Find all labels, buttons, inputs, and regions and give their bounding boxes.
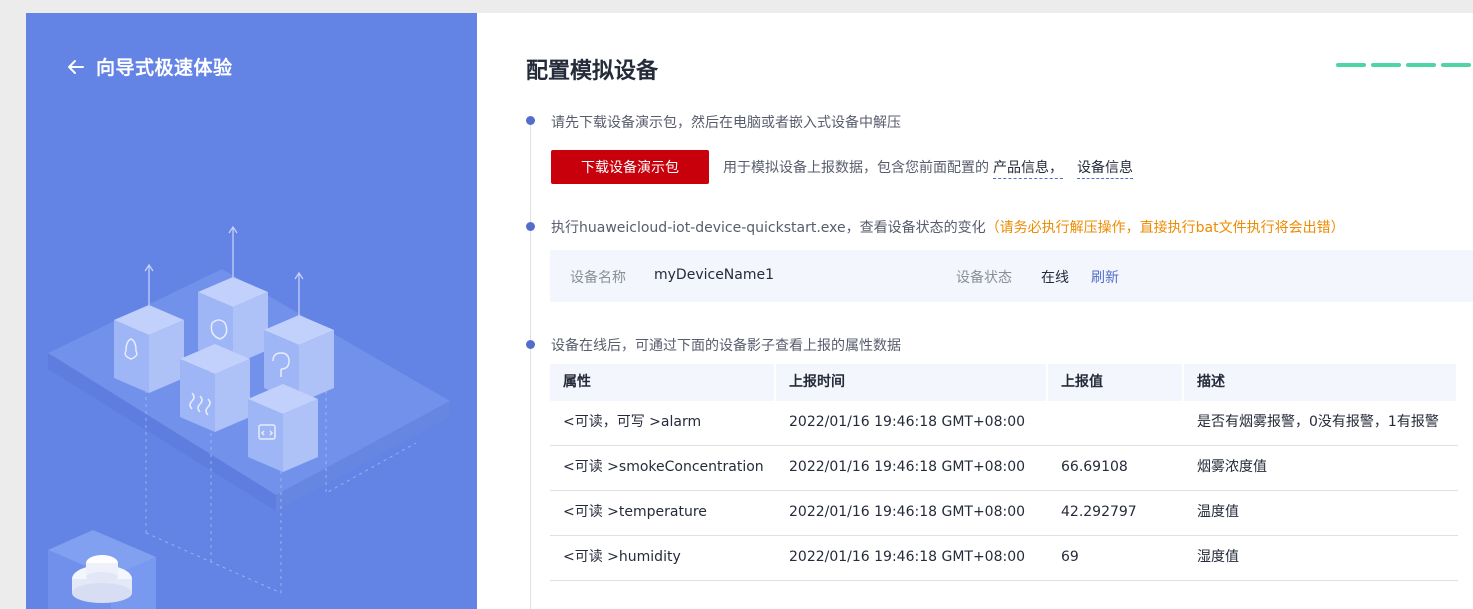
device-status-value: 在线 xyxy=(1041,270,1069,286)
table-row: <可读 >temperature 2022/01/16 19:46:18 GMT… xyxy=(550,491,1458,536)
cell-report-time: 2022/01/16 19:46:18 GMT+08:00 xyxy=(789,459,1026,475)
cell-report-value xyxy=(1048,401,1184,445)
cell-description: 湿度值 xyxy=(1197,549,1239,565)
column-header-report-time: 上报时间 xyxy=(776,364,1048,401)
step-3-text: 设备在线后，可通过下面的设备影子查看上报的属性数据 xyxy=(551,338,901,354)
cell-property: <可读 >humidity xyxy=(563,549,681,565)
back-title: 向导式极速体验 xyxy=(96,57,233,79)
cell-property: <可读，可写 >alarm xyxy=(563,414,702,430)
step-2-dot xyxy=(526,222,535,231)
timeline-line xyxy=(530,119,531,609)
progress-segment xyxy=(1336,63,1366,67)
step-2-text: 执行huaweicloud-iot-device-quickstart.exe，… xyxy=(551,217,1345,237)
cell-property: <可读 >smokeConcentration xyxy=(563,459,764,475)
back-link[interactable]: 向导式极速体验 xyxy=(66,53,233,80)
cell-description: 温度值 xyxy=(1197,504,1239,520)
step-2-warning: （请务必执行解压操作，直接执行bat文件执行将会出错） xyxy=(985,220,1345,236)
iot-illustration xyxy=(48,225,450,609)
cell-report-value: 66.69108 xyxy=(1061,459,1128,475)
cell-description: 烟雾浓度值 xyxy=(1197,459,1267,475)
device-status-label: 设备状态 xyxy=(956,270,1012,286)
product-info-link[interactable]: 产品信息， xyxy=(993,160,1063,179)
device-name-value: myDeviceName1 xyxy=(654,267,775,283)
properties-table: 属性 上报时间 上报值 描述 <可读，可写 >alarm 2022/01/16 … xyxy=(550,364,1458,581)
cell-report-time: 2022/01/16 19:46:18 GMT+08:00 xyxy=(789,414,1026,430)
progress-segment xyxy=(1406,63,1436,67)
cell-property: <可读 >temperature xyxy=(563,504,707,520)
main-panel: 配置模拟设备 请先下载设备演示包，然后在电脑或者嵌入式设备中解压 下载设备演示包… xyxy=(477,13,1473,609)
table-row: <可读 >humidity 2022/01/16 19:46:18 GMT+08… xyxy=(550,536,1458,581)
cell-report-time: 2022/01/16 19:46:18 GMT+08:00 xyxy=(789,549,1026,565)
cell-description: 是否有烟雾报警，0没有报警，1有报警 xyxy=(1197,414,1439,430)
download-description-text: 用于模拟设备上报数据，包含您前面配置的 xyxy=(723,160,989,176)
arrow-left-icon xyxy=(68,59,84,74)
download-demo-package-button[interactable]: 下载设备演示包 xyxy=(551,150,709,184)
table-header: 属性 上报时间 上报值 描述 xyxy=(550,364,1458,401)
table-row: <可读 >smokeConcentration 2022/01/16 19:46… xyxy=(550,446,1458,491)
step-1-text: 请先下载设备演示包，然后在电脑或者嵌入式设备中解压 xyxy=(551,115,901,131)
column-header-report-value: 上报值 xyxy=(1048,364,1184,401)
step-3-dot xyxy=(526,340,535,349)
device-status-box: 设备名称 myDeviceName1 设备状态 在线 刷新 xyxy=(550,250,1473,302)
step-1-dot xyxy=(526,116,535,125)
step-progress-bar xyxy=(1336,63,1473,67)
progress-segment xyxy=(1441,63,1471,67)
device-name-label: 设备名称 xyxy=(570,270,626,286)
sidebar-panel: 向导式极速体验 xyxy=(26,13,477,609)
cell-report-time: 2022/01/16 19:46:18 GMT+08:00 xyxy=(789,504,1026,520)
cell-report-value: 42.292797 xyxy=(1061,504,1137,520)
device-info-link[interactable]: 设备信息 xyxy=(1077,160,1133,179)
download-description: 用于模拟设备上报数据，包含您前面配置的 产品信息， 设备信息 xyxy=(723,157,1133,179)
table-row: <可读，可写 >alarm 2022/01/16 19:46:18 GMT+08… xyxy=(550,401,1458,446)
refresh-link[interactable]: 刷新 xyxy=(1091,267,1119,287)
step-2-instruction: 执行huaweicloud-iot-device-quickstart.exe，… xyxy=(551,220,986,236)
page-title: 配置模拟设备 xyxy=(526,59,659,84)
column-header-description: 描述 xyxy=(1184,364,1458,401)
cell-report-value: 69 xyxy=(1061,549,1079,565)
column-header-property: 属性 xyxy=(550,364,776,401)
progress-segment xyxy=(1371,63,1401,67)
